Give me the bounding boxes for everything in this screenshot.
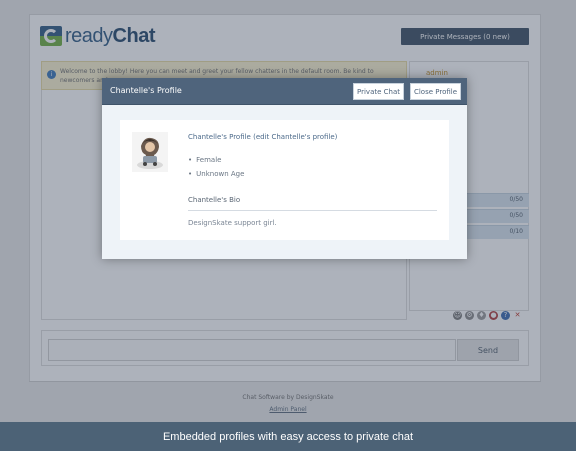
modal-title: Chantelle's Profile <box>110 86 182 95</box>
profile-card: Chantelle's Profile (edit Chantelle's pr… <box>120 120 449 240</box>
caption-bar: Embedded profiles with easy access to pr… <box>0 422 576 451</box>
avatar <box>132 132 168 172</box>
bio-text: DesignSkate support girl. <box>188 219 277 227</box>
private-chat-button[interactable]: Private Chat <box>353 83 404 100</box>
close-profile-button[interactable]: Close Profile <box>410 83 461 100</box>
bio-divider <box>188 210 437 211</box>
profile-age: Unknown Age <box>188 170 244 178</box>
profile-gender: Female <box>188 156 221 164</box>
profile-modal: Chantelle's Profile Private Chat Close P… <box>102 78 467 259</box>
caption-text: Embedded profiles with easy access to pr… <box>162 430 414 443</box>
modal-header: Chantelle's Profile Private Chat Close P… <box>102 78 467 105</box>
bio-label: Chantelle's Bio <box>188 196 241 204</box>
profile-heading[interactable]: Chantelle's Profile (edit Chantelle's pr… <box>188 133 337 141</box>
